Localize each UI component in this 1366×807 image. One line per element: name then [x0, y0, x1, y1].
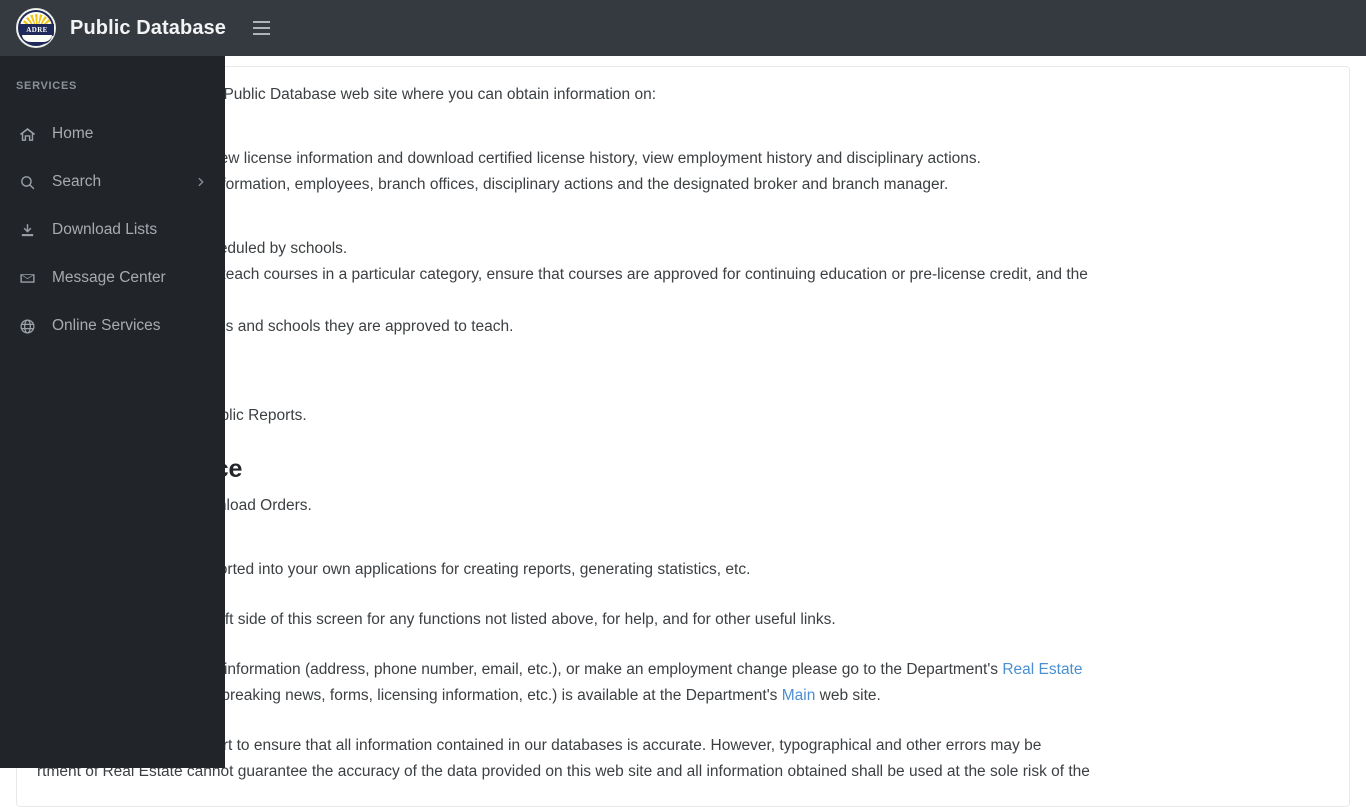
renewal-line-1: nse, change your personal information (a…: [37, 658, 1329, 682]
menu-note-line-1: he Services menu on the left side of thi…: [37, 610, 836, 628]
renewal-text-c: web site.: [815, 686, 881, 704]
enforcement-compliance-heading: t and Compliance: [37, 454, 1329, 485]
page-title: Public Database: [70, 16, 227, 39]
real-estate-link[interactable]: Real Estate: [1002, 661, 1082, 678]
disclaimer-line-1: akes every reasonable effort to ensure t…: [37, 736, 1042, 754]
app-header: ADRE Public Database: [0, 0, 1366, 56]
sidebar-item-label: Home: [52, 125, 94, 142]
enforcement-line-1: sciplinary actions and download Orders.: [37, 496, 312, 514]
globe-icon: [16, 318, 38, 335]
sidebar-item-download-lists[interactable]: Download Lists: [0, 206, 225, 254]
sidebar-item-online-services[interactable]: Online Services: [0, 302, 225, 350]
licensing-line-2: company to view license information, emp…: [37, 176, 949, 194]
download-icon: [16, 222, 38, 239]
adre-seal-logo: ADRE: [16, 8, 56, 48]
disclaimer-line-2: rtment of Real Estate cannot guarantee t…: [37, 762, 1090, 780]
seal-base: [22, 35, 52, 44]
development-services-heading: nt Services: [37, 365, 1329, 396]
hamburger-icon[interactable]: [248, 15, 274, 41]
education-line-2: hools that are approved to teach courses…: [37, 266, 1088, 284]
licensing-line-1: salesperson or broker to view license in…: [37, 150, 981, 168]
education-line-3: re approved.: [37, 289, 1329, 313]
search-icon: [16, 174, 38, 191]
sidebar-item-label: Online Services: [52, 317, 161, 334]
education-line-1: ourses that have been scheduled by schoo…: [37, 240, 348, 258]
hamburger-bar: [252, 21, 270, 23]
sidebar-section-label: SERVICES: [16, 80, 78, 92]
envelope-icon: [16, 270, 38, 287]
sidebar-item-message-center[interactable]: Message Center: [0, 254, 225, 302]
intro-paragraph: epartment of Real Estate's Public Databa…: [37, 86, 657, 103]
chevron-right-icon: [194, 176, 207, 189]
development-line-1: opments and download Public Reports.: [37, 407, 307, 425]
education-line-4: structors to view the courses and school…: [37, 318, 514, 336]
sidebar-item-label: Search: [52, 173, 102, 190]
hamburger-bar: [252, 27, 270, 29]
downloads-line-1: sts of data that can be imported into yo…: [37, 560, 751, 578]
renewal-line-2: . General information (late-breaking new…: [37, 684, 1329, 708]
home-icon: [16, 126, 38, 143]
sidebar-item-home[interactable]: Home: [0, 110, 225, 158]
sidebar-item-label: Message Center: [52, 269, 166, 286]
sidebar-item-search[interactable]: Search: [0, 158, 225, 206]
main-site-link[interactable]: Main: [782, 687, 816, 704]
hamburger-bar: [252, 33, 270, 35]
sidebar: SERVICES Home Search Download Lists Mess…: [0, 56, 225, 768]
sidebar-item-label: Download Lists: [52, 221, 158, 238]
